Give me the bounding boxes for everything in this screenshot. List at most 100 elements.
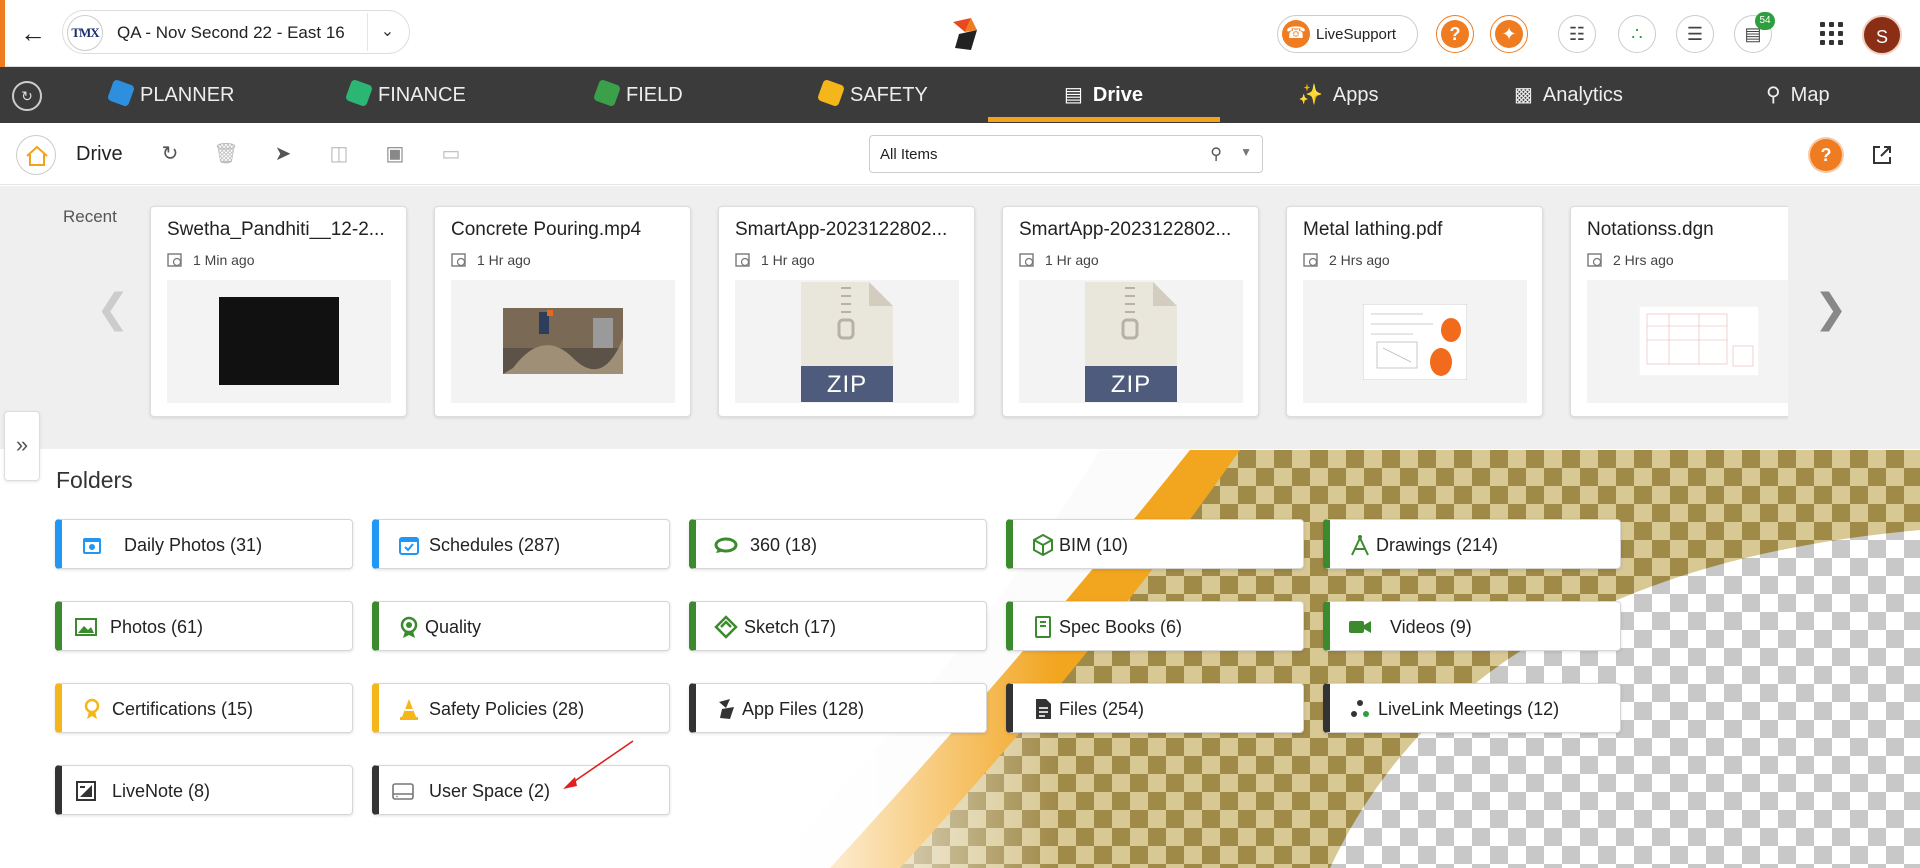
drive-help-button[interactable]: ? — [1810, 139, 1842, 171]
finance-icon — [344, 78, 374, 108]
app-grid-icon[interactable] — [1818, 20, 1846, 48]
folder-app-files[interactable]: App Files (128) — [689, 683, 987, 733]
recent-card[interactable]: Concrete Pouring.mp4 1 Hr ago — [434, 206, 691, 417]
live-support-button[interactable]: ☎ LiveSupport — [1277, 15, 1418, 53]
tab-drive[interactable]: ▤ Drive — [1064, 67, 1143, 123]
recent-label: Recent — [63, 207, 117, 226]
filter-value: All Items — [880, 146, 938, 163]
folder-label: Videos (9) — [1390, 617, 1472, 637]
folder-safety-policies[interactable]: Safety Policies (28) — [372, 683, 670, 733]
folder-label: Files (254) — [1059, 699, 1145, 719]
refresh-icon[interactable]: ↻ — [157, 141, 183, 167]
folder-sketch[interactable]: Sketch (17) — [689, 601, 987, 651]
tab-planner[interactable]: PLANNER — [106, 67, 235, 123]
tab-finance[interactable]: FINANCE — [344, 67, 466, 123]
recent-clock-icon — [1019, 253, 1034, 267]
tab-apps-label: Apps — [1332, 84, 1379, 106]
folder-videos[interactable]: Videos (9) — [1323, 601, 1621, 651]
trash-icon[interactable]: 🗑 — [213, 141, 239, 167]
avatar[interactable]: S — [1862, 15, 1902, 55]
safety-cone-icon — [400, 699, 418, 720]
card-name: Swetha_Pandhiti__12-2... — [167, 219, 385, 240]
thumbnail: ZIP — [1019, 280, 1243, 403]
tab-analytics[interactable]: ▩ Analytics — [1514, 67, 1623, 123]
active-tab-indicator — [988, 117, 1220, 122]
notebook-icon[interactable]: ☷ — [1558, 15, 1596, 53]
livelink-icon[interactable]: ∴ — [1618, 15, 1656, 53]
page-title: Drive — [76, 143, 123, 165]
photo-folder-icon[interactable]: ▣ — [382, 141, 408, 167]
dropdown-caret-icon[interactable]: ▼ — [1240, 145, 1252, 159]
recent-clock-icon — [451, 253, 466, 267]
expand-sidebar-icon[interactable]: » — [4, 411, 40, 481]
bar-chart-icon: ▩ — [1514, 84, 1533, 106]
cart-badge: 54 — [1755, 12, 1775, 30]
video-camera-icon — [1349, 621, 1371, 633]
module-nav: ↻ PLANNER FINANCE FIELD SAFETY ▤ Drive ✨ A… — [0, 67, 1920, 123]
folder-certifications[interactable]: Certifications (15) — [55, 683, 353, 733]
sketch-icon — [714, 615, 738, 639]
folder-spec-books[interactable]: Spec Books (6) — [1006, 601, 1304, 651]
pdf-preview — [1363, 304, 1467, 380]
chevron-down-icon[interactable]: ⌄ — [367, 13, 407, 51]
folder-label: Quality — [425, 617, 482, 637]
folder-label: LiveNote (8) — [112, 781, 211, 801]
copy-file-icon[interactable]: ◫ — [326, 141, 352, 167]
move-icon[interactable]: ➤ — [270, 141, 296, 167]
card-name: SmartApp-2023122802... — [735, 219, 948, 240]
project-logo: TMX — [67, 15, 103, 51]
cart-button[interactable]: ▤ 54 — [1734, 12, 1775, 53]
card-time: 1 Hr ago — [477, 252, 531, 268]
request-icon[interactable]: ☰ — [1676, 15, 1714, 53]
chevron-left-icon[interactable]: ❮ — [96, 286, 130, 332]
chevron-right-icon[interactable]: ❯ — [1814, 286, 1848, 332]
folder-drawings[interactable]: Drawings (214) — [1323, 519, 1621, 569]
folder-label: App Files (128) — [742, 699, 865, 719]
open-external-icon[interactable] — [1868, 141, 1896, 169]
tools-button[interactable]: ✦ — [1490, 15, 1528, 53]
lock-folder-icon[interactable]: ▭ — [438, 141, 464, 167]
calendar-icon — [399, 537, 419, 555]
background-artwork — [770, 450, 1920, 868]
recent-card[interactable]: Swetha_Pandhiti__12-2... 1 Min ago — [150, 206, 407, 417]
tab-apps[interactable]: ✨ Apps — [1298, 67, 1379, 123]
project-selector[interactable]: TMX QA - Nov Second 22 - East 16 ⌄ — [62, 10, 410, 54]
card-name: SmartApp-2023122802... — [1019, 219, 1232, 240]
recent-card[interactable]: Metal lathing.pdf 2 Hrs ago — [1286, 206, 1543, 417]
folder-files[interactable]: Files (254) — [1006, 683, 1304, 733]
tab-map[interactable]: ⚲ Map — [1766, 67, 1830, 123]
folder-quality[interactable]: Quality — [372, 601, 670, 651]
dashboard-icon[interactable]: ↻ — [12, 81, 42, 111]
recent-card[interactable]: SmartApp-2023122802... 1 Hr ago ZIP — [718, 206, 975, 417]
live-support-label: LiveSupport — [1316, 26, 1397, 43]
tab-planner-label: PLANNER — [140, 84, 235, 106]
tab-safety[interactable]: SAFETY — [816, 67, 928, 123]
search-icon[interactable]: ⚲ — [1210, 144, 1222, 164]
top-bar: ← TMX QA - Nov Second 22 - East 16 ⌄ ☎ L… — [0, 0, 1920, 67]
folder-bim[interactable]: BIM (10) — [1006, 519, 1304, 569]
headset-icon: ☎ — [1282, 20, 1310, 48]
folder-livelink-meetings[interactable]: LiveLink Meetings (12) — [1323, 683, 1621, 733]
folder-photos[interactable]: Photos (61) — [55, 601, 353, 651]
card-time: 1 Hr ago — [761, 252, 815, 268]
recent-card[interactable]: Notationss.dgn 2 Hrs ago — [1570, 206, 1788, 417]
tab-field-label: FIELD — [626, 84, 683, 106]
concrete-photo — [503, 308, 623, 374]
tab-field[interactable]: FIELD — [592, 67, 683, 123]
folder-daily-photos[interactable]: Daily Photos (31) — [55, 519, 353, 569]
folder-label: Daily Photos (31) — [124, 535, 263, 555]
back-arrow-icon[interactable]: ← — [18, 18, 48, 48]
folder-livenote[interactable]: LiveNote (8) — [55, 765, 353, 815]
folder-label: LiveLink Meetings (12) — [1378, 699, 1560, 719]
help-button[interactable]: ? — [1436, 15, 1474, 53]
recent-card[interactable]: SmartApp-2023122802... 1 Hr ago ZIP — [1002, 206, 1259, 417]
thumbnail — [1303, 280, 1527, 403]
folder-360[interactable]: 360 (18) — [689, 519, 987, 569]
project-name: QA - Nov Second 22 - East 16 — [117, 23, 345, 42]
thumbnail — [1587, 280, 1788, 403]
certificate-icon — [84, 698, 100, 719]
folder-schedules[interactable]: Schedules (287) — [372, 519, 670, 569]
home-button[interactable] — [16, 135, 56, 175]
filter-search-field[interactable]: All Items ⚲ ▼ — [869, 135, 1263, 173]
folder-label: Drawings (214) — [1376, 535, 1499, 555]
